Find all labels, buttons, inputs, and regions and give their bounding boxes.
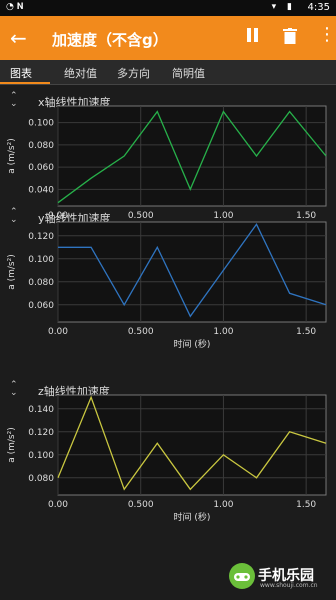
x-tick-label: 0.00 bbox=[48, 500, 68, 510]
gamepad-icon bbox=[229, 563, 255, 589]
tab-absolute[interactable]: 绝对值 bbox=[64, 65, 97, 81]
pause-icon[interactable] bbox=[246, 28, 260, 42]
y-tick-label: 0.100 bbox=[28, 451, 54, 461]
page-title: 加速度（不含g） bbox=[52, 31, 168, 49]
tab-chart[interactable]: 图表 bbox=[10, 65, 32, 81]
status-time: 4:35 bbox=[307, 2, 330, 13]
x-tick-label: 1.00 bbox=[213, 327, 233, 337]
y-tick-label: 0.080 bbox=[28, 474, 54, 484]
y-tick-label: 0.060 bbox=[28, 163, 54, 173]
x-tick-label: 0.500 bbox=[128, 500, 154, 510]
chart-y: ⌃ ⌄ y轴线性加速度 0.00 0.500 1.00 1.50 0.060 0.080 0.… bbox=[0, 208, 336, 380]
status-bar: ◔ 𝐍 ▾ ▮ 4:35 bbox=[0, 0, 336, 16]
x-tick-label: 1.00 bbox=[213, 500, 233, 510]
chart-y-plot: 0.00 0.500 1.00 1.50 0.060 0.080 0.100 0.120 时间 … bbox=[7, 221, 327, 350]
y-axis-label: a (m/s²) bbox=[7, 138, 17, 174]
x-tick-label: 1.50 bbox=[296, 500, 316, 510]
plot-area bbox=[57, 221, 327, 323]
y-tick-label: 0.120 bbox=[28, 232, 54, 242]
y-tick-label: 0.080 bbox=[28, 141, 54, 151]
more-options-icon[interactable]: ⋮ bbox=[318, 26, 336, 44]
x-axis-label: 时间 (秒) bbox=[174, 338, 211, 350]
tab-summary[interactable]: 简明值 bbox=[172, 65, 205, 81]
y-tick-label: 0.140 bbox=[28, 405, 54, 415]
tab-indicator bbox=[0, 82, 50, 84]
tab-bar: 图表 绝对值 多方向 简明值 bbox=[0, 60, 336, 85]
y-tick-label: 0.080 bbox=[28, 278, 54, 288]
chart-z-plot: 0.00 0.500 1.00 1.50 0.080 0.100 0.120 0.140 时间 … bbox=[7, 394, 327, 523]
chart-z: ⌃ ⌄ z轴线性加速度 0.00 0.500 1.00 1.50 0.080 0.100 0.… bbox=[0, 381, 336, 553]
status-app-icons: ◔ 𝐍 bbox=[6, 2, 24, 12]
plot-area bbox=[57, 105, 327, 207]
tab-multi-direction[interactable]: 多方向 bbox=[117, 65, 150, 81]
y-tick-label: 0.040 bbox=[28, 185, 54, 195]
status-icons: ▾ ▮ bbox=[271, 2, 296, 12]
watermark-logo: 手机乐园 www.shouji.com.cn bbox=[228, 562, 324, 592]
app-bar: ← 加速度（不含g） ⋮ bbox=[0, 16, 336, 60]
x-tick-label: 0.500 bbox=[128, 327, 154, 337]
trash-icon[interactable] bbox=[283, 28, 297, 44]
y-axis-label: a (m/s²) bbox=[7, 427, 17, 463]
y-tick-label: 0.120 bbox=[28, 428, 54, 438]
back-arrow-icon[interactable]: ← bbox=[10, 26, 27, 50]
x-tick-label: 1.50 bbox=[296, 327, 316, 337]
y-tick-label: 0.100 bbox=[28, 255, 54, 265]
x-tick-label: 0.00 bbox=[48, 327, 68, 337]
plot-area bbox=[57, 394, 327, 496]
watermark-url: www.shouji.com.cn bbox=[260, 582, 318, 589]
y-axis-label: a (m/s²) bbox=[7, 254, 17, 290]
y-tick-label: 0.100 bbox=[28, 119, 54, 129]
y-tick-label: 0.060 bbox=[28, 301, 54, 311]
x-axis-label: 时间 (秒) bbox=[174, 511, 211, 523]
